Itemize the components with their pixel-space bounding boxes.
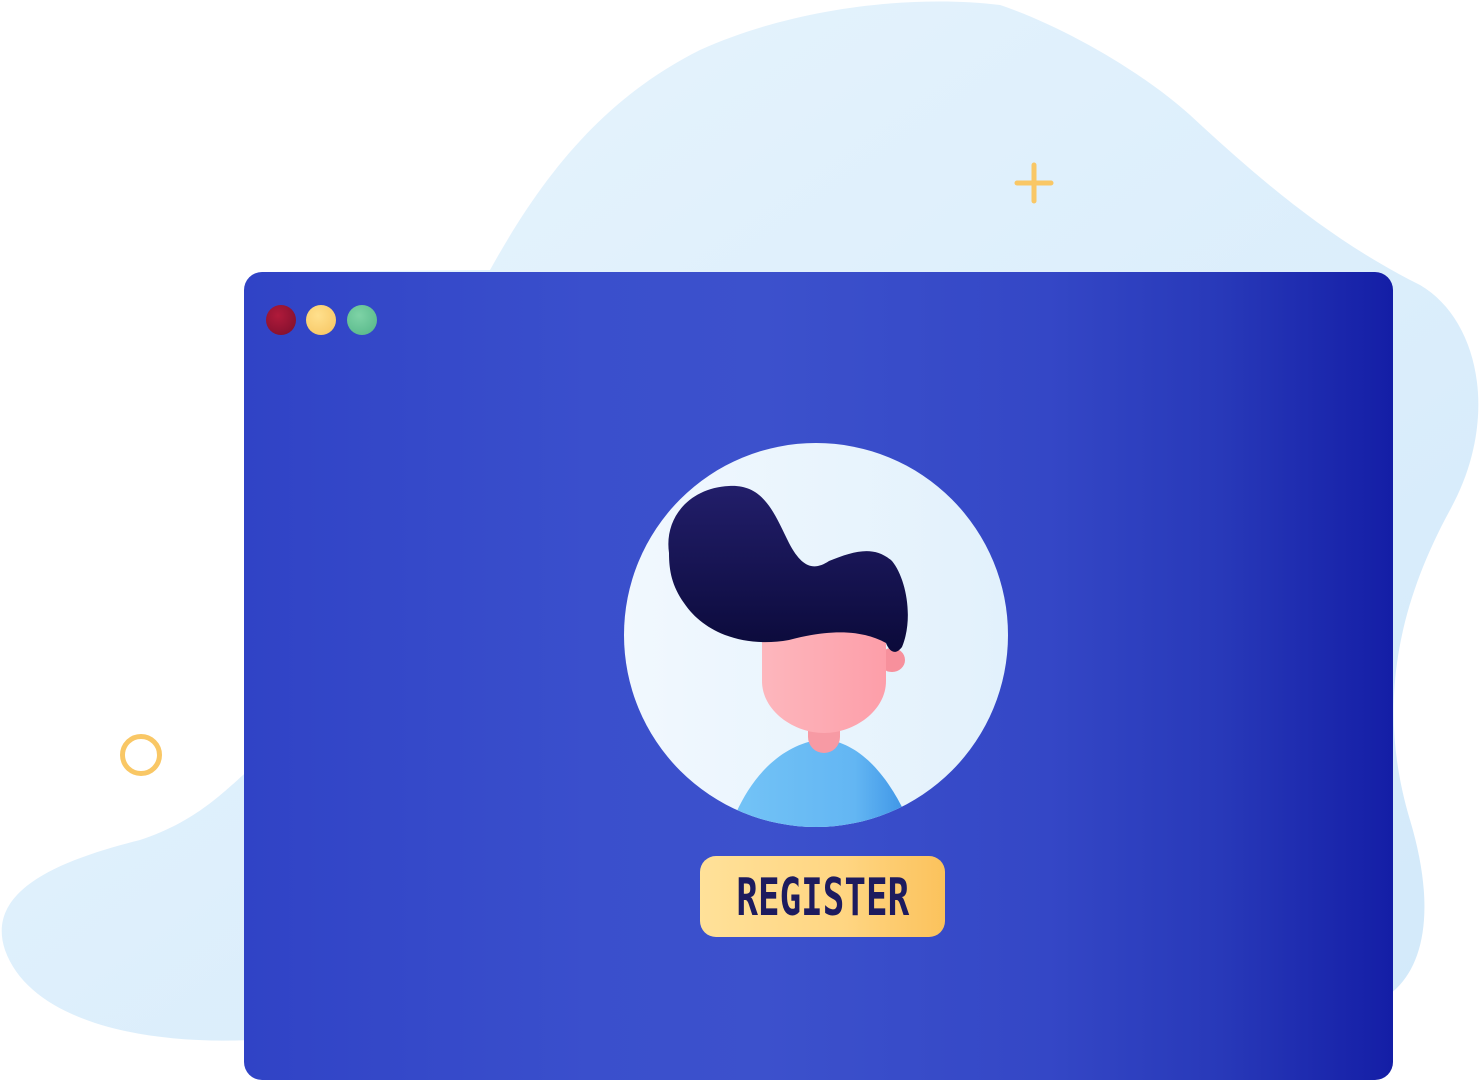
register-button[interactable]: REGISTER	[700, 856, 945, 937]
illustration-stage: REGISTER	[0, 0, 1482, 1080]
plus-icon	[1014, 162, 1054, 204]
window-close-button[interactable]	[266, 305, 296, 335]
window-minimize-button[interactable]	[306, 305, 336, 335]
ring-icon	[120, 734, 162, 776]
browser-window: REGISTER	[244, 272, 1393, 1080]
window-maximize-button[interactable]	[347, 305, 377, 335]
register-button-label: REGISTER	[736, 866, 909, 927]
user-avatar-icon	[624, 443, 1008, 827]
